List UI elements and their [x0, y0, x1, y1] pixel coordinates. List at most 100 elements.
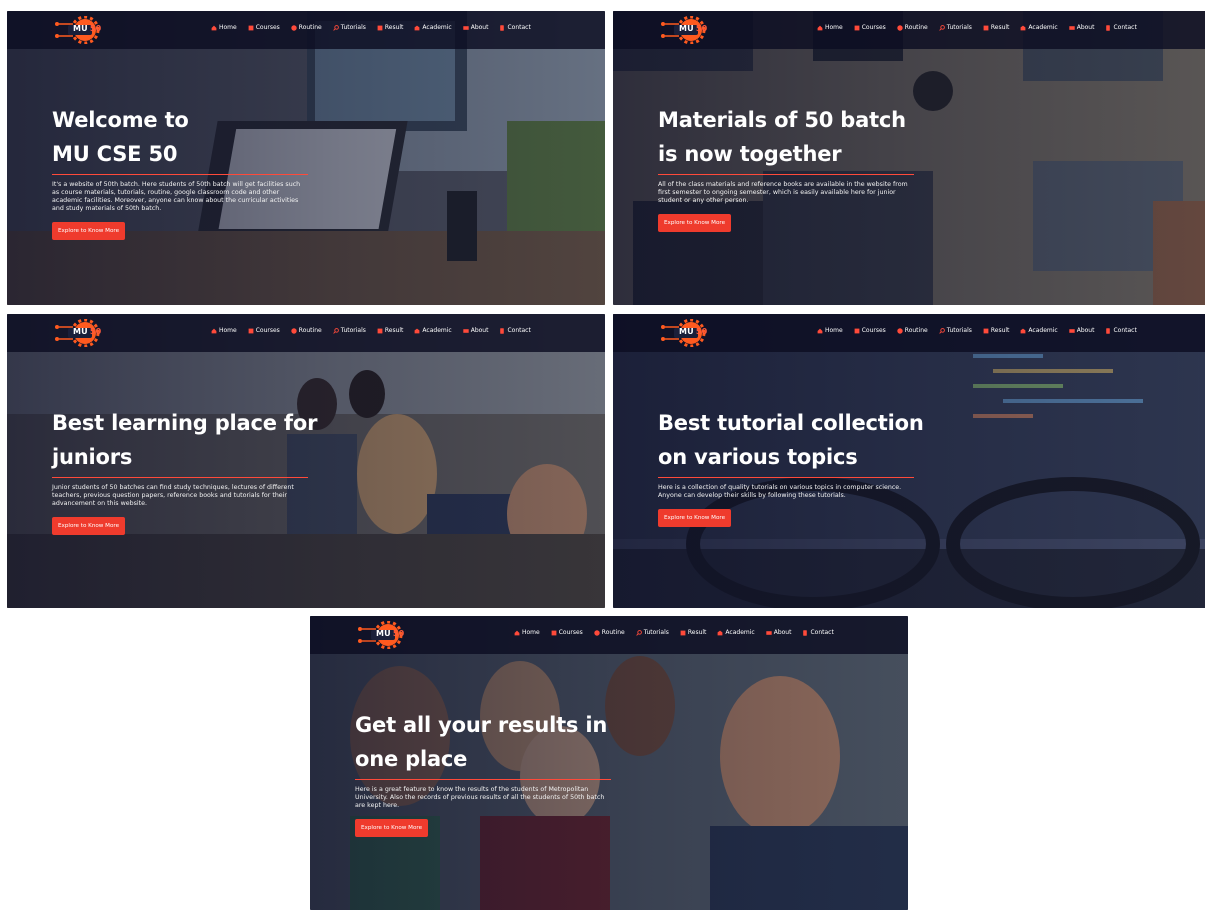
nav-tutorials[interactable]: Tutorials	[332, 327, 366, 334]
hero-slide-tutorials: MU 50 Home Courses Routine Tutorials Resu…	[613, 314, 1205, 608]
nav-courses[interactable]: Courses	[854, 24, 886, 31]
nav-contact[interactable]: Contact	[1105, 327, 1137, 334]
file-icon	[377, 328, 383, 334]
nav-tutorials[interactable]: Tutorials	[332, 24, 366, 31]
nav-routine[interactable]: Routine	[594, 629, 625, 636]
search-icon	[332, 327, 339, 334]
nav-routine[interactable]: Routine	[897, 327, 928, 334]
logo-text-mu: MU	[73, 24, 88, 33]
nav-result[interactable]: Result	[680, 629, 706, 636]
phone-icon	[802, 629, 808, 636]
nav-about[interactable]: About	[1069, 327, 1094, 334]
hero-title: Welcome to MU CSE 50	[52, 108, 189, 166]
building-icon	[717, 630, 723, 636]
nav-tutorials[interactable]: Tutorials	[938, 327, 972, 334]
book-icon	[854, 328, 860, 334]
hero-description: It's a website of 50th batch. Here stude…	[52, 181, 301, 212]
nav-result[interactable]: Result	[377, 24, 403, 31]
hero-title: Best tutorial collection on various topic…	[658, 411, 924, 469]
nav-contact[interactable]: Contact	[499, 24, 531, 31]
nav-about[interactable]: About	[463, 327, 488, 334]
main-nav: Home Courses Routine Tutorials Result Ac…	[211, 24, 531, 31]
file-icon	[377, 25, 383, 31]
hero-description: All of the class materials and reference…	[658, 181, 908, 204]
nav-academic[interactable]: Academic	[414, 327, 452, 334]
logo-text-mu: MU	[376, 629, 391, 638]
top-navbar: MU 50 Home Courses Routine Tutorials Resu…	[7, 314, 605, 352]
logo-text-50: 50	[695, 327, 708, 336]
top-navbar: MU 50 Home Courses Routine Tutorials Resu…	[613, 11, 1205, 49]
title-divider	[52, 477, 308, 478]
nav-result[interactable]: Result	[377, 327, 403, 334]
building-icon	[414, 25, 420, 31]
nav-courses[interactable]: Courses	[551, 629, 583, 636]
clock-icon	[897, 24, 903, 31]
nav-academic[interactable]: Academic	[414, 24, 452, 31]
phone-icon	[1105, 327, 1111, 334]
nav-contact[interactable]: Contact	[1105, 24, 1137, 31]
nav-routine[interactable]: Routine	[291, 327, 322, 334]
nav-result[interactable]: Result	[983, 327, 1009, 334]
book-icon	[248, 25, 254, 31]
nav-academic[interactable]: Academic	[1020, 24, 1058, 31]
clock-icon	[594, 629, 600, 636]
nav-academic[interactable]: Academic	[1020, 327, 1058, 334]
nav-courses[interactable]: Courses	[248, 24, 280, 31]
phone-icon	[499, 327, 505, 334]
site-logo[interactable]: MU 50	[354, 621, 412, 649]
home-icon	[817, 328, 823, 334]
explore-button[interactable]: Explore to Know More	[658, 509, 732, 527]
hero-slide-results: MU 50 Home Courses Routine Tutorials Resu…	[310, 616, 908, 910]
title-divider	[355, 779, 611, 780]
site-logo[interactable]: MU 50	[657, 16, 715, 44]
title-divider	[658, 477, 914, 478]
title-divider	[658, 174, 914, 175]
search-icon	[332, 24, 339, 31]
hero-content: Welcome to MU CSE 50 It's a website of 50…	[52, 103, 322, 240]
nav-courses[interactable]: Courses	[248, 327, 280, 334]
logo-text-50: 50	[392, 629, 405, 638]
nav-result[interactable]: Result	[983, 24, 1009, 31]
id-card-icon	[1069, 328, 1075, 334]
home-icon	[211, 25, 217, 31]
hero-title: Best learning place for juniors	[52, 411, 318, 469]
home-icon	[817, 25, 823, 31]
id-card-icon	[1069, 25, 1075, 31]
nav-academic[interactable]: Academic	[717, 629, 755, 636]
nav-home[interactable]: Home	[514, 629, 540, 636]
top-navbar: MU 50 Home Courses Routine Tutorials Resu…	[310, 616, 908, 654]
site-logo[interactable]: MU 50	[51, 16, 109, 44]
file-icon	[680, 630, 686, 636]
id-card-icon	[766, 630, 772, 636]
nav-routine[interactable]: Routine	[291, 24, 322, 31]
nav-about[interactable]: About	[463, 24, 488, 31]
nav-contact[interactable]: Contact	[802, 629, 834, 636]
main-nav: Home Courses Routine Tutorials Result Ac…	[817, 327, 1137, 334]
nav-tutorials[interactable]: Tutorials	[938, 24, 972, 31]
home-icon	[211, 328, 217, 334]
nav-home[interactable]: Home	[211, 24, 237, 31]
nav-routine[interactable]: Routine	[897, 24, 928, 31]
nav-courses[interactable]: Courses	[854, 327, 886, 334]
logo-text-mu: MU	[679, 24, 694, 33]
nav-home[interactable]: Home	[211, 327, 237, 334]
nav-home[interactable]: Home	[817, 327, 843, 334]
explore-button[interactable]: Explore to Know More	[355, 819, 429, 837]
nav-tutorials[interactable]: Tutorials	[635, 629, 669, 636]
main-nav: Home Courses Routine Tutorials Result Ac…	[211, 327, 531, 334]
explore-button[interactable]: Explore to Know More	[658, 214, 732, 232]
explore-button[interactable]: Explore to Know More	[52, 222, 126, 240]
nav-about[interactable]: About	[1069, 24, 1094, 31]
hero-title: Materials of 50 batch is now together	[658, 108, 906, 166]
site-logo[interactable]: MU 50	[51, 319, 109, 347]
explore-button[interactable]: Explore to Know More	[52, 517, 126, 535]
nav-home[interactable]: Home	[817, 24, 843, 31]
nav-about[interactable]: About	[766, 629, 791, 636]
logo-text-50: 50	[695, 24, 708, 33]
file-icon	[983, 25, 989, 31]
building-icon	[1020, 25, 1026, 31]
search-icon	[938, 24, 945, 31]
nav-contact[interactable]: Contact	[499, 327, 531, 334]
hero-description: Junior students of 50 batches can find s…	[52, 484, 294, 507]
site-logo[interactable]: MU 50	[657, 319, 715, 347]
